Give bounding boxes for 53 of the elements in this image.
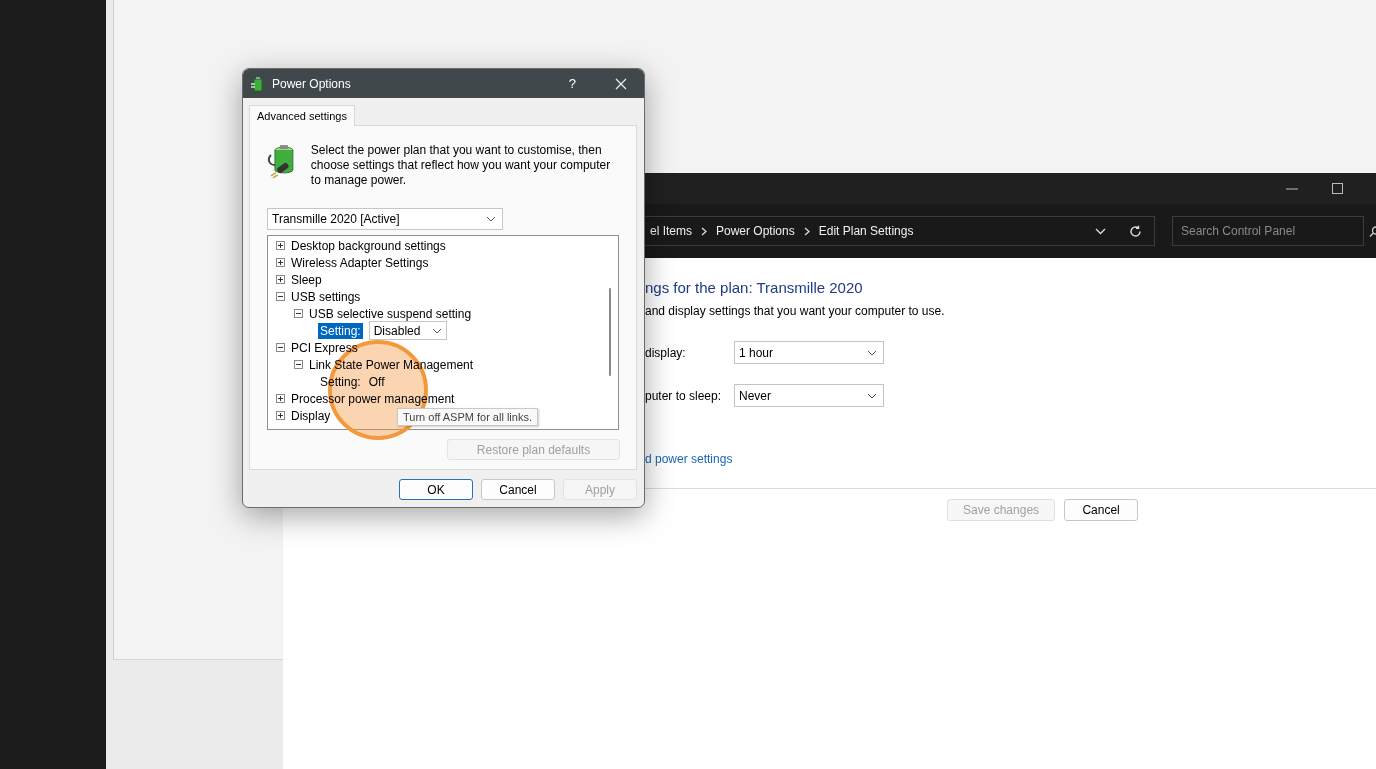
minimize-icon[interactable] xyxy=(1286,187,1298,190)
collapse-icon[interactable] xyxy=(276,343,285,352)
expand-icon[interactable] xyxy=(276,411,285,420)
chevron-down-icon xyxy=(867,392,877,399)
setting-dropdown[interactable]: Never xyxy=(734,384,884,407)
chevron-down-icon xyxy=(486,216,496,222)
tree-item[interactable]: Sleep xyxy=(291,272,322,287)
page-description: and display settings that you want your computer to use. xyxy=(645,304,945,318)
maximize-icon[interactable] xyxy=(1332,183,1343,194)
battery-icon xyxy=(250,75,266,92)
expand-icon[interactable] xyxy=(276,275,285,284)
setting-label[interactable]: Setting: xyxy=(318,373,363,390)
refresh-icon[interactable] xyxy=(1129,224,1142,238)
scrollbar-thumb[interactable] xyxy=(609,288,611,376)
expand-icon[interactable] xyxy=(276,258,285,267)
chevron-down-icon[interactable] xyxy=(1095,227,1106,235)
setting-label: display: xyxy=(645,345,687,360)
page-heading: ngs for the plan: Transmille 2020 xyxy=(645,279,863,296)
advanced-settings-link[interactable]: d power settings xyxy=(645,452,733,466)
tooltip: Turn off ASPM for all links. xyxy=(397,408,538,426)
expand-icon[interactable] xyxy=(276,394,285,403)
chevron-right-icon xyxy=(803,226,810,236)
setting-label[interactable]: Setting: xyxy=(318,322,363,339)
breadcrumb-item[interactable]: el Items xyxy=(650,224,692,238)
chevron-down-icon xyxy=(431,327,442,334)
search-icon[interactable] xyxy=(1368,225,1376,237)
tab[interactable]: Advanced settings xyxy=(249,105,355,126)
expand-icon[interactable] xyxy=(276,241,285,250)
collapse-icon[interactable] xyxy=(276,292,285,301)
collapse-icon[interactable] xyxy=(294,360,303,369)
close-icon[interactable] xyxy=(615,77,627,90)
setting-dropdown[interactable]: 1 hour xyxy=(734,341,884,364)
tree-item[interactable]: USB selective suspend setting xyxy=(309,306,472,321)
search-field[interactable]: Search Control Panel xyxy=(1172,216,1364,246)
ok-button[interactable]: OK xyxy=(399,479,473,500)
dialog-title: Power Options xyxy=(272,76,351,91)
help-button[interactable]: ? xyxy=(568,76,576,91)
breadcrumb-item[interactable]: Edit Plan Settings xyxy=(818,224,914,238)
intro-text: Select the power plan that you want to customise, then choose settings that reflect how you want your computer to manage power. xyxy=(310,143,612,188)
tree-item[interactable]: Desktop background settings xyxy=(291,238,446,253)
collapse-icon[interactable] xyxy=(294,309,303,318)
chevron-down-icon xyxy=(867,349,877,356)
tree-item[interactable]: Display xyxy=(291,408,331,423)
setting-label: puter to sleep: xyxy=(645,388,723,403)
breadcrumb-item[interactable]: Power Options xyxy=(716,224,795,238)
tree-item[interactable]: USB settings xyxy=(291,289,361,304)
setting-value: Off xyxy=(368,374,385,389)
tree-item[interactable]: Wireless Adapter Settings xyxy=(291,255,429,270)
setting-dropdown[interactable]: Disabled xyxy=(368,321,447,340)
chevron-right-icon xyxy=(701,226,707,236)
cancel-button[interactable]: Cancel xyxy=(1064,499,1139,521)
plan-dropdown[interactable]: Transmille 2020 [Active] xyxy=(267,208,503,230)
cancel-button[interactable]: Cancel xyxy=(481,479,555,500)
